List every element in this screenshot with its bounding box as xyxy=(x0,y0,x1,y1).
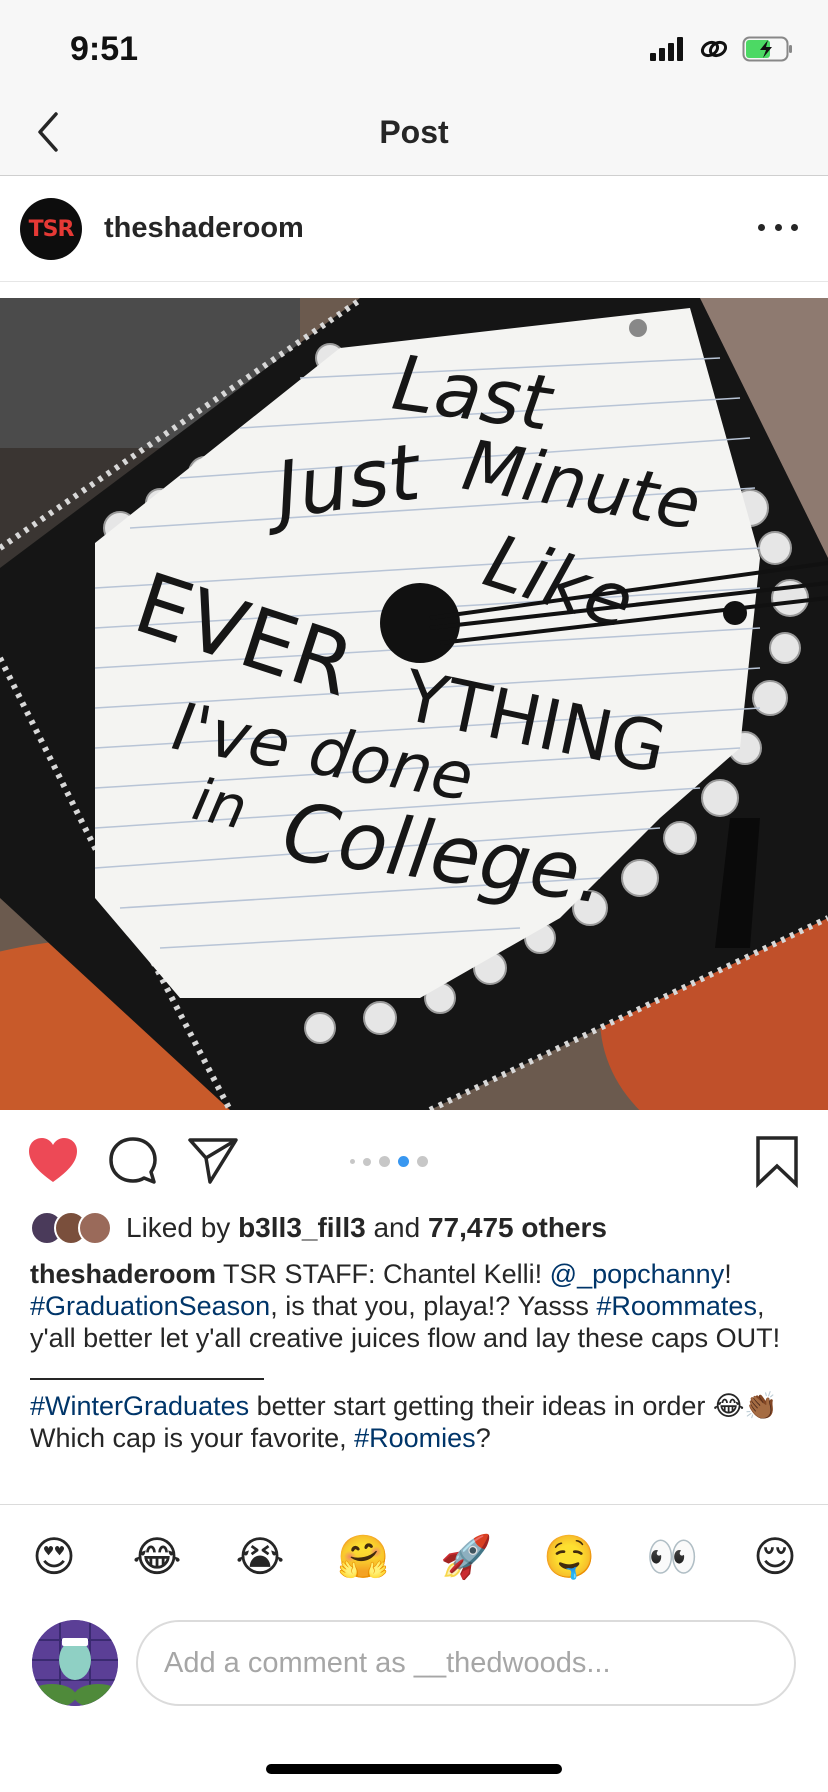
hashtag[interactable]: #Roommates xyxy=(596,1291,757,1321)
likes-count[interactable]: 77,475 others xyxy=(428,1212,607,1243)
save-button[interactable] xyxy=(750,1134,804,1189)
page-title: Post xyxy=(379,114,449,150)
post-photo[interactable]: Last Minute Just Like EVER YTHING I've d… xyxy=(0,298,828,1110)
emoji-eyes-button[interactable]: 👀 xyxy=(646,1531,698,1583)
liker-username[interactable]: b3ll3_fill3 xyxy=(238,1212,366,1243)
avatar xyxy=(78,1211,112,1245)
heart-filled-icon xyxy=(29,1138,77,1182)
nav-bar: Post xyxy=(0,88,828,176)
liker-avatars xyxy=(30,1211,112,1245)
likes-text: Liked by b3ll3_fill3 and 77,475 others xyxy=(126,1212,607,1243)
current-user-avatar xyxy=(32,1620,118,1706)
avatar-logo-text: TSR xyxy=(28,216,75,242)
comment-input[interactable] xyxy=(136,1620,796,1706)
status-time: 9:51 xyxy=(70,30,139,68)
status-icons xyxy=(650,36,794,62)
carousel-dot-active xyxy=(398,1156,409,1167)
hashtag[interactable]: #WinterGraduates xyxy=(30,1391,249,1421)
comment-bubble-icon xyxy=(109,1137,157,1184)
emoji-relieved-button[interactable]: 😌 xyxy=(749,1531,801,1583)
comment-button[interactable] xyxy=(106,1134,160,1188)
hashtag[interactable]: #GraduationSeason xyxy=(30,1291,270,1321)
quick-emoji-bar: 😍 😂 😭 🤗 🚀 🤤 👀 😌 xyxy=(0,1504,828,1608)
emoji-heart-eyes-button[interactable]: 😍 xyxy=(28,1531,80,1583)
bookmark-icon xyxy=(756,1136,798,1189)
post-username[interactable]: theshaderoom xyxy=(104,212,304,245)
more-horizontal-icon xyxy=(758,223,765,231)
emoji-sob-button[interactable]: 😭 xyxy=(234,1531,286,1583)
graduation-cap-image: Last Minute Just Like EVER YTHING I've d… xyxy=(0,298,828,1110)
emoji-joy-button[interactable]: 😂 xyxy=(131,1531,183,1583)
battery-charging-icon xyxy=(742,36,792,62)
caption-username[interactable]: theshaderoom xyxy=(30,1259,216,1289)
emoji-drool-button[interactable]: 🤤 xyxy=(543,1531,595,1583)
more-options-button[interactable] xyxy=(758,212,798,242)
share-button[interactable] xyxy=(186,1134,240,1188)
hotspot-link-icon xyxy=(700,40,728,58)
comment-bar xyxy=(0,1608,828,1718)
squidward-avatar-image xyxy=(32,1620,118,1706)
paper-plane-icon xyxy=(188,1138,238,1184)
likes-row[interactable]: Liked by b3ll3_fill3 and 77,475 others xyxy=(30,1208,607,1248)
account-avatar[interactable]: TSR xyxy=(20,198,82,260)
carousel-dot xyxy=(379,1156,390,1167)
caption-emoji: 👏🏾 xyxy=(744,1391,779,1421)
signal-icon xyxy=(650,37,683,61)
status-bar: 9:51 xyxy=(0,0,828,88)
caption-emoji: 😂 xyxy=(712,1391,745,1421)
emoji-hug-button[interactable]: 🤗 xyxy=(337,1531,389,1583)
like-button[interactable] xyxy=(26,1134,80,1188)
carousel-dot xyxy=(417,1156,428,1167)
hashtag[interactable]: #Roomies xyxy=(354,1423,476,1453)
post-header: TSR theshaderoom xyxy=(0,176,828,282)
carousel-dot xyxy=(350,1159,355,1164)
carousel-dot xyxy=(363,1157,371,1166)
caption-mention[interactable]: @_popchanny xyxy=(550,1259,725,1289)
emoji-rocket-button[interactable]: 🚀 xyxy=(440,1531,492,1583)
home-indicator[interactable] xyxy=(266,1764,562,1774)
post-actions xyxy=(0,1110,828,1210)
caption-divider xyxy=(30,1354,264,1380)
carousel-indicator xyxy=(350,1156,428,1167)
post-caption: theshaderoom TSR STAFF: Chantel Kelli! @… xyxy=(30,1259,781,1453)
